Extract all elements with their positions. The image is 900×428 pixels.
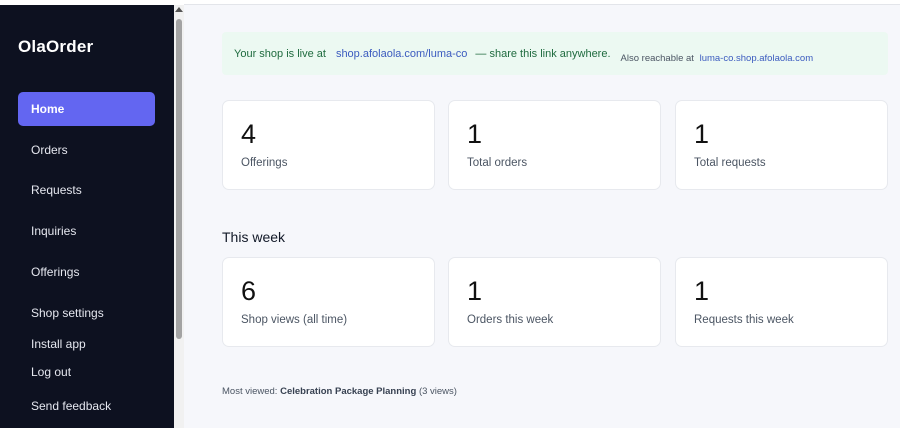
stat-value: 1	[694, 119, 710, 149]
most-viewed-note: Most viewed: Celebration Package Plannin…	[222, 386, 457, 397]
sidebar-item-offerings[interactable]: Offerings	[18, 255, 155, 289]
stat-card-offerings: 4 Offerings	[222, 100, 435, 190]
stat-card-requests-this-week: 1 Requests this week	[675, 257, 888, 347]
scrollbar-thumb[interactable]	[176, 19, 182, 339]
sidebar-item-orders[interactable]: Orders	[18, 133, 155, 167]
stat-label: Requests this week	[694, 314, 794, 326]
alt-url-prefix: Also reachable at	[620, 52, 694, 64]
stat-card-orders-this-week: 1 Orders this week	[448, 257, 661, 347]
alt-url-link[interactable]: luma-co.shop.afolaola.com	[700, 53, 814, 64]
sidebar-item-inquiries[interactable]: Inquiries	[18, 214, 155, 248]
most-viewed-item: Celebration Package Planning	[280, 386, 417, 397]
sidebar-item-log-out[interactable]: Log out	[18, 355, 155, 389]
sidebar: OlaOrder Home Orders Requests Inquiries …	[0, 5, 174, 428]
sidebar-item-shop-settings[interactable]: Shop settings	[18, 296, 155, 330]
stat-card-total-orders: 1 Total orders	[448, 100, 661, 190]
shop-url-link[interactable]: shop.afolaola.com/luma-co	[336, 48, 467, 60]
brand-logo: OlaOrder	[18, 37, 94, 56]
stat-card-total-requests: 1 Total requests	[675, 100, 888, 190]
scroll-up-arrow-icon[interactable]	[175, 7, 183, 12]
stat-value: 1	[467, 276, 483, 306]
stat-label: Shop views (all time)	[241, 314, 348, 326]
stat-label: Total requests	[694, 157, 766, 169]
stat-label: Orders this week	[467, 314, 554, 326]
most-viewed-count: (3 views)	[418, 386, 457, 397]
banner-prefix: Your shop is live at	[234, 47, 326, 60]
most-viewed-prefix: Most viewed:	[222, 386, 278, 397]
stat-value: 1	[694, 276, 710, 306]
stat-card-shop-views: 6 Shop views (all time)	[222, 257, 435, 347]
section-title-this-week: This week	[222, 229, 286, 245]
stat-label: Total orders	[467, 157, 528, 169]
alt-url-note: Also reachable at luma-co.shop.afolaola.…	[621, 53, 814, 64]
sidebar-item-home[interactable]: Home	[18, 92, 155, 126]
banner-suffix: — share this link anywhere.	[475, 47, 611, 60]
sidebar-item-send-feedback[interactable]: Send feedback	[18, 389, 155, 423]
main-content: Your shop is live at shop.afolaola.com/l…	[184, 5, 900, 428]
stat-value: 6	[241, 276, 257, 306]
shop-live-banner: Your shop is live at shop.afolaola.com/l…	[222, 32, 888, 75]
stat-value: 4	[241, 119, 257, 149]
stat-label: Offerings	[241, 157, 288, 169]
stat-value: 1	[467, 119, 483, 149]
sidebar-item-requests[interactable]: Requests	[18, 173, 155, 207]
sidebar-scrollbar[interactable]	[174, 5, 184, 428]
